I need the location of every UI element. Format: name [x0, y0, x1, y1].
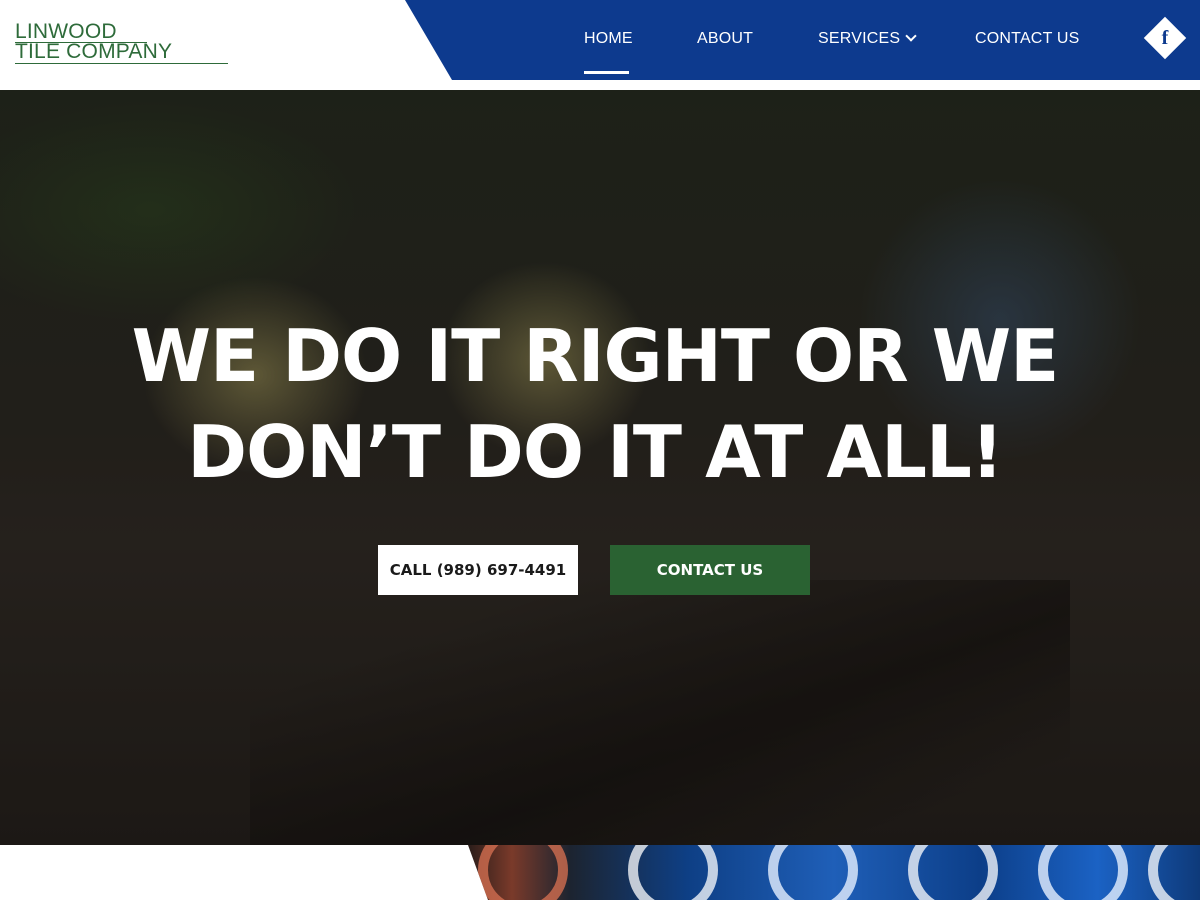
pipe-end [628, 845, 718, 900]
pipes-image [468, 845, 1200, 900]
pipe-end [1038, 845, 1128, 900]
hero-headline-line-1: WE DO IT RIGHT OR WE [131, 314, 1060, 398]
nav-item-home[interactable]: HOME [584, 30, 633, 48]
nav-item-about[interactable]: ABOUT [697, 30, 753, 48]
nav-item-contact[interactable]: CONTACT US [975, 30, 1080, 48]
facebook-icon: f [1161, 27, 1169, 49]
hero-headline: WE DO IT RIGHT OR WE DON’T DO IT AT ALL! [0, 308, 1190, 500]
chevron-down-icon [905, 30, 917, 42]
hero-section: WE DO IT RIGHT OR WE DON’T DO IT AT ALL!… [0, 90, 1200, 845]
hero-headline-line-2: DON’T DO IT AT ALL! [187, 410, 1003, 494]
pipe-end [1148, 845, 1200, 900]
pipe-end [908, 845, 998, 900]
main-nav: HOME ABOUT SERVICES CONTACT US f [0, 0, 1200, 80]
nav-item-services[interactable]: SERVICES [818, 30, 917, 48]
nav-active-indicator [584, 71, 629, 74]
call-button[interactable]: CALL (989) 697-4491 [378, 545, 578, 595]
pipe-end [478, 845, 568, 900]
contact-us-button[interactable]: CONTACT US [610, 545, 810, 595]
pipe-end [768, 845, 858, 900]
nav-item-services-label: SERVICES [818, 30, 901, 47]
